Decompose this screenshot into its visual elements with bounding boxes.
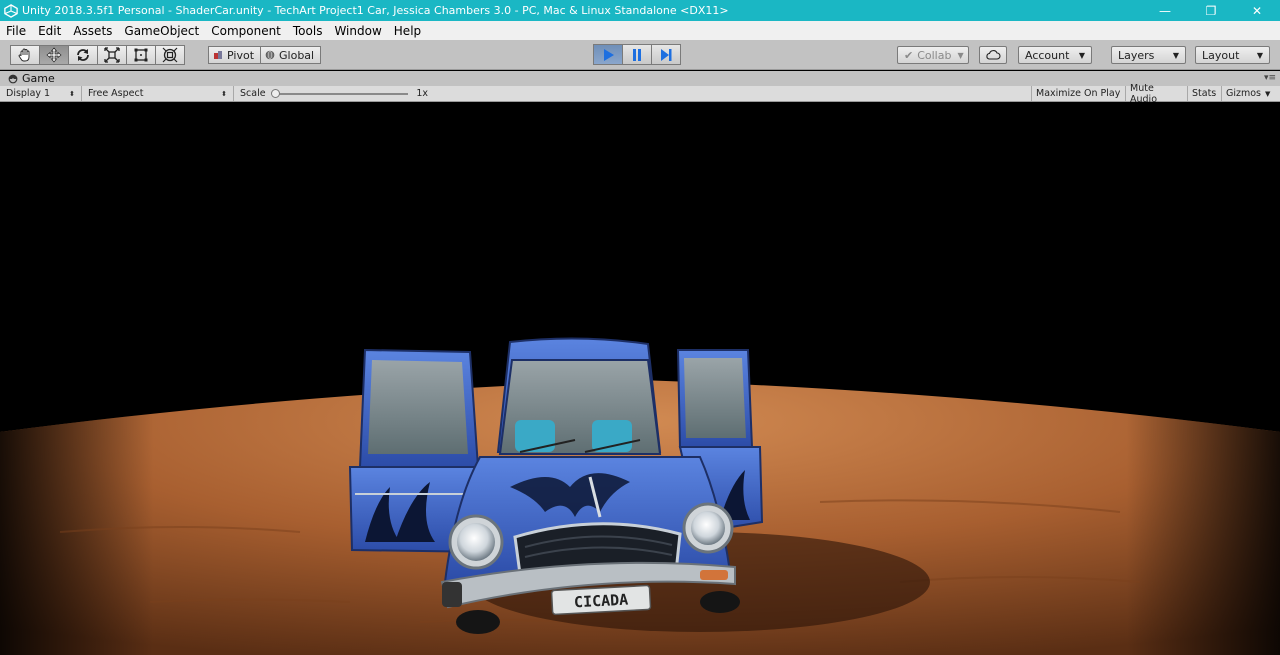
layout-dropdown[interactable]: Layout ▼ <box>1195 46 1270 64</box>
hand-icon <box>18 48 30 62</box>
stats-label: Stats <box>1192 88 1217 99</box>
caret-down-icon: ▼ <box>1078 50 1085 60</box>
menu-gameobject[interactable]: GameObject <box>118 24 205 38</box>
minimize-icon: — <box>1159 3 1171 18</box>
unity-logo-icon <box>4 3 18 18</box>
play-icon <box>604 48 614 61</box>
scale-control: Scale 1x <box>234 86 434 101</box>
aspect-label: Free Aspect <box>88 88 144 99</box>
gizmos-label: Gizmos <box>1226 88 1262 99</box>
rotate-tool-button[interactable] <box>68 45 98 65</box>
scale-tool-button[interactable] <box>97 45 127 65</box>
game-view-controls: Display 1 ⬍ Free Aspect ⬍ Scale 1x Maxim… <box>0 83 1280 105</box>
hand-tool-button[interactable] <box>10 45 40 65</box>
gamepad-icon <box>8 74 18 83</box>
transform-icon <box>162 47 178 63</box>
title-bar: Unity 2018.3.5f1 Personal - ShaderCar.un… <box>0 0 1280 21</box>
scale-icon <box>104 47 120 63</box>
updown-caret-icon: ⬍ <box>221 89 227 98</box>
maximize-on-play-toggle[interactable]: Maximize On Play <box>1031 86 1125 101</box>
pause-icon <box>633 48 641 61</box>
play-button[interactable] <box>593 44 623 65</box>
pivot-icon <box>214 51 222 59</box>
game-scene: CICADA <box>0 337 1280 655</box>
pivot-button[interactable]: Pivot <box>208 46 262 64</box>
layers-dropdown[interactable]: Layers ▼ <box>1111 46 1186 64</box>
tab-menu-icon[interactable]: ▾≡ <box>1264 73 1276 83</box>
display-label: Display 1 <box>6 88 51 99</box>
global-button[interactable]: Global <box>260 46 322 64</box>
step-button[interactable] <box>651 44 681 65</box>
restore-icon: ❐ <box>1205 3 1217 18</box>
cloud-icon <box>986 50 1001 60</box>
account-dropdown[interactable]: Account ▼ <box>1018 46 1092 64</box>
license-plate-text: CICADA <box>574 591 629 612</box>
menu-window[interactable]: Window <box>328 24 387 38</box>
rect-transform-icon <box>134 48 148 62</box>
caret-down-icon: ▼ <box>1256 50 1263 60</box>
collab-dropdown[interactable]: ✔ Collab ▼ <box>897 46 969 64</box>
global-label: Global <box>279 48 315 62</box>
display-dropdown[interactable]: Display 1 ⬍ <box>0 86 82 101</box>
caret-down-icon: ▼ <box>1172 50 1179 60</box>
gizmos-dropdown[interactable]: Gizmos ▼ <box>1221 86 1280 101</box>
caret-down-icon: ▼ <box>957 50 964 60</box>
menu-assets[interactable]: Assets <box>67 24 118 38</box>
transform-tool-button[interactable] <box>155 45 185 65</box>
layers-label: Layers <box>1118 48 1155 62</box>
license-plate: CICADA <box>550 584 652 616</box>
pivot-toggle-group: Pivot Global <box>208 46 322 64</box>
menu-tools[interactable]: Tools <box>287 24 329 38</box>
scale-label: Scale <box>240 88 266 99</box>
account-label: Account <box>1025 48 1070 62</box>
rect-tool-button[interactable] <box>126 45 156 65</box>
global-icon <box>265 50 275 60</box>
caret-down-icon: ▼ <box>1265 89 1271 98</box>
close-button[interactable]: ✕ <box>1234 0 1280 21</box>
scale-slider-thumb[interactable] <box>270 88 280 98</box>
pause-button[interactable] <box>622 44 652 65</box>
close-icon: ✕ <box>1251 3 1263 18</box>
pivot-label: Pivot <box>227 48 255 62</box>
menu-file[interactable]: File <box>0 24 32 38</box>
step-icon <box>661 48 672 61</box>
move-arrows-icon <box>46 47 62 63</box>
transform-tools <box>10 45 185 65</box>
game-viewport[interactable]: CICADA <box>0 102 1280 655</box>
scale-value: 1x <box>416 88 428 99</box>
rotate-icon <box>77 49 89 61</box>
minimize-button[interactable]: — <box>1142 0 1188 21</box>
game-tab-title: Game <box>22 72 55 85</box>
mute-audio-toggle[interactable]: Mute Audio <box>1125 83 1187 105</box>
menu-bar: File Edit Assets GameObject Component To… <box>0 21 1280 40</box>
maximize-on-play-label: Maximize On Play <box>1036 88 1121 99</box>
window-title: Unity 2018.3.5f1 Personal - ShaderCar.un… <box>22 4 729 17</box>
cloud-button[interactable] <box>979 46 1007 64</box>
check-icon: ✔ <box>904 48 914 62</box>
menu-edit[interactable]: Edit <box>32 24 67 38</box>
menu-help[interactable]: Help <box>388 24 427 38</box>
stats-toggle[interactable]: Stats <box>1187 86 1221 101</box>
main-toolbar: Pivot Global ✔ Collab ▼ Account ▼ Layers… <box>0 40 1280 70</box>
scale-slider[interactable] <box>270 88 409 98</box>
move-tool-button[interactable] <box>39 45 69 65</box>
layout-label: Layout <box>1202 48 1240 62</box>
aspect-dropdown[interactable]: Free Aspect ⬍ <box>82 86 234 101</box>
collab-label: Collab <box>917 48 952 62</box>
play-controls <box>593 44 681 65</box>
menu-component[interactable]: Component <box>205 24 287 38</box>
restore-button[interactable]: ❐ <box>1188 0 1234 21</box>
updown-caret-icon: ⬍ <box>69 89 75 98</box>
game-tab-header[interactable]: Game ▾≡ <box>0 71 1280 86</box>
